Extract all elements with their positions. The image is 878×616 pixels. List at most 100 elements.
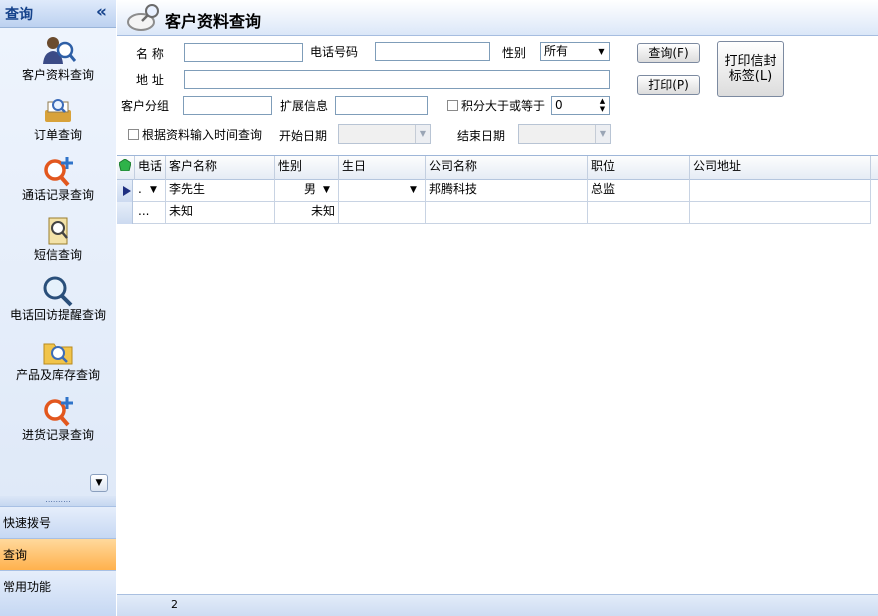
page-title: 客户资料查询: [165, 12, 262, 31]
purchase-record-search-icon: [44, 397, 73, 427]
green-gem-icon: [118, 158, 132, 172]
cell-position[interactable]: 总监: [588, 180, 690, 202]
cell-company-address[interactable]: [690, 202, 871, 224]
nav-query[interactable]: 查询: [0, 538, 116, 570]
sidebar-item-product-stock-search[interactable]: 产品及库存查询: [0, 332, 116, 390]
sms-search-icon: [48, 217, 68, 245]
table-row[interactable]: . ▼ 李先生 男 ▼ ▼ 邦腾科技 总监: [117, 180, 871, 202]
cell-gender-value: 男: [303, 182, 316, 196]
spin-arrows-icon[interactable]: ▲ ▼: [596, 97, 609, 114]
start-date-label: 开始日期: [279, 129, 328, 143]
magnifier-icon: [127, 4, 159, 31]
name-input[interactable]: [184, 43, 303, 62]
by-input-time-label: 根据资料输入时间查询: [142, 128, 263, 142]
grid-header: 电话 客户名称 性别 生日 公司名称 职位 公司地址: [117, 156, 878, 180]
sidebar-item-label: 订单查询: [33, 128, 82, 142]
sidebar-more-dropdown[interactable]: ▼: [90, 474, 108, 492]
chevron-down-icon[interactable]: ▼: [323, 181, 330, 199]
order-search-icon: [45, 99, 71, 122]
main-panel: 客户资料查询 名 称 电话号码 性别 所有 ▼ 查询(F) 打印(P) 打印信封…: [117, 0, 878, 616]
current-row-arrow-icon: [123, 186, 131, 196]
chevron-down-icon: ▼: [598, 47, 605, 56]
points-checkbox[interactable]: [447, 100, 458, 111]
address-input[interactable]: [184, 70, 610, 89]
sidebar-splitter[interactable]: ..........: [0, 496, 116, 506]
address-label: 地 址: [136, 73, 164, 87]
search-form: 名 称 电话号码 性别 所有 ▼ 查询(F) 打印(P) 打印信封 标签(L) …: [117, 36, 878, 154]
col-header-birthday[interactable]: 生日: [339, 156, 426, 180]
table-row[interactable]: ... 未知 未知: [117, 202, 871, 224]
col-header-position[interactable]: 职位: [588, 156, 690, 180]
customer-group-input[interactable]: [183, 96, 272, 115]
sidebar-item-label: 短信查询: [33, 248, 82, 262]
sidebar-item-order-search[interactable]: 订单查询: [0, 92, 116, 150]
chevron-down-icon: ▼: [415, 125, 430, 143]
title-bar: 客户资料查询: [117, 0, 878, 36]
chevron-down-icon: ▼: [595, 125, 610, 143]
gender-select-value: 所有: [544, 44, 569, 58]
sidebar-item-call-record-search[interactable]: 通话记录查询: [0, 152, 116, 210]
cell-company-address[interactable]: [690, 180, 871, 202]
collapse-sidebar-button[interactable]: «: [96, 2, 107, 22]
print-envelope-label-line1: 打印信封: [724, 54, 777, 69]
by-input-time-checkbox[interactable]: [128, 129, 139, 140]
callback-reminder-search-icon: [43, 276, 73, 307]
sidebar-item-label: 进货记录查询: [21, 428, 94, 442]
cell-company[interactable]: [426, 202, 588, 224]
cell-birthday[interactable]: [339, 202, 426, 224]
nav-quick-dial[interactable]: 快速拨号: [0, 506, 116, 538]
gender-label: 性别: [502, 46, 527, 60]
print-button[interactable]: 打印(P): [637, 75, 700, 95]
points-stepper[interactable]: 0 ▲ ▼: [551, 96, 610, 115]
sidebar-item-customer-search[interactable]: 客户资料查询: [0, 32, 116, 90]
results-grid: 电话 客户名称 性别 生日 公司名称 职位 公司地址 . ▼ 李先生 男 ▼ ▼…: [117, 155, 878, 595]
extended-info-label: 扩展信息: [280, 99, 329, 113]
end-date-picker[interactable]: ▼: [518, 124, 611, 144]
sidebar-header: 查询 «: [0, 0, 116, 28]
points-value: 0: [555, 98, 563, 112]
sidebar-title: 查询: [5, 7, 33, 23]
cell-phone-value: .: [138, 182, 142, 196]
row-indicator: [117, 202, 133, 224]
print-envelope-label-line2: 标签(L): [728, 69, 773, 84]
cell-gender[interactable]: 未知: [275, 202, 339, 224]
phone-input[interactable]: [375, 42, 490, 61]
col-header-company[interactable]: 公司名称: [426, 156, 588, 180]
sidebar-item-label: 客户资料查询: [21, 68, 94, 82]
call-record-search-icon: [44, 157, 73, 187]
cell-phone[interactable]: . ▼: [135, 180, 166, 202]
cell-customer-name[interactable]: 李先生: [166, 180, 275, 202]
nav-common-functions[interactable]: 常用功能: [0, 570, 116, 616]
cell-birthday[interactable]: ▼: [339, 180, 426, 202]
cell-company[interactable]: 邦腾科技: [426, 180, 588, 202]
grid-corner: [117, 156, 135, 180]
sidebar-item-callback-reminder-search[interactable]: 电话回访提醒查询: [0, 272, 116, 330]
row-indicator: [117, 180, 133, 202]
col-header-customer-name[interactable]: 客户名称: [166, 156, 275, 180]
sidebar-item-label: 产品及库存查询: [15, 368, 100, 382]
chevron-down-icon[interactable]: ▼: [150, 181, 157, 199]
sidebar-item-purchase-record-search[interactable]: 进货记录查询: [0, 392, 116, 450]
print-envelope-label-button[interactable]: 打印信封 标签(L): [717, 41, 784, 97]
sidebar: 查询 « 客户资料查询 订单查询 通话记录查询 短信查询 电话回访提醒查询 产品…: [0, 0, 116, 616]
col-header-company-address[interactable]: 公司地址: [690, 156, 871, 180]
cell-position[interactable]: [588, 202, 690, 224]
sidebar-item-label: 电话回访提醒查询: [9, 308, 106, 322]
extended-info-input[interactable]: [335, 96, 428, 115]
product-stock-search-icon: [43, 343, 73, 365]
customer-search-icon: [43, 37, 76, 64]
chevron-down-icon[interactable]: ▼: [410, 181, 417, 199]
query-button[interactable]: 查询(F): [637, 43, 700, 63]
col-header-gender[interactable]: 性别: [275, 156, 339, 180]
sidebar-items: 客户资料查询 订单查询 通话记录查询 短信查询 电话回访提醒查询 产品及库存查询…: [0, 28, 116, 498]
sidebar-item-sms-search[interactable]: 短信查询: [0, 212, 116, 270]
points-label: 积分大于或等于: [461, 99, 546, 113]
gender-select[interactable]: 所有 ▼: [540, 42, 610, 61]
sidebar-item-label: 通话记录查询: [21, 188, 94, 202]
name-label: 名 称: [136, 47, 164, 61]
cell-customer-name[interactable]: 未知: [166, 202, 275, 224]
cell-gender[interactable]: 男 ▼: [275, 180, 339, 202]
start-date-picker[interactable]: ▼: [338, 124, 431, 144]
col-header-phone[interactable]: 电话: [135, 156, 166, 180]
cell-phone[interactable]: ...: [135, 202, 166, 224]
